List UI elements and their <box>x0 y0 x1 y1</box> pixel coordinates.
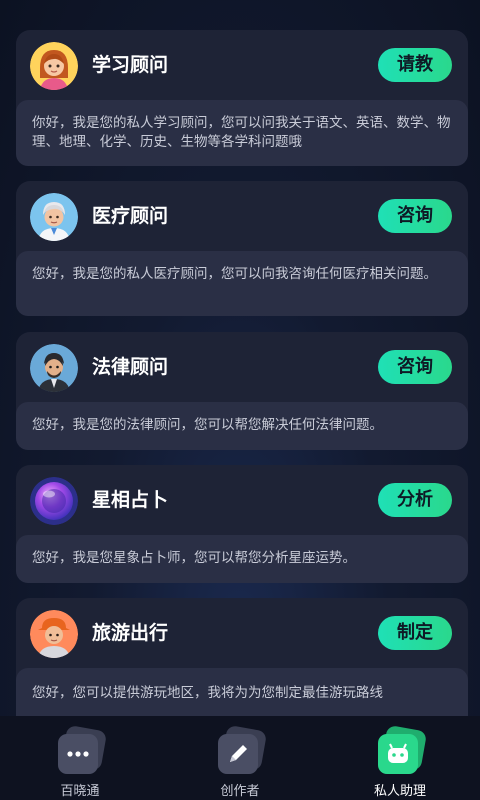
lawyer-avatar-icon <box>30 344 78 392</box>
doctor-avatar-icon <box>30 193 78 241</box>
consult-button[interactable]: 咨询 <box>378 350 452 384</box>
consult-button[interactable]: 咨询 <box>378 199 452 233</box>
pencil-icon <box>218 724 268 776</box>
card-title: 学习顾问 <box>92 54 169 76</box>
card-header: 旅游出行 制定 <box>16 598 468 670</box>
traveler-avatar-icon <box>30 610 78 658</box>
card-title: 医疗顾问 <box>92 205 169 227</box>
card-header: 星相占卜 分析 <box>16 465 468 537</box>
assistant-card-astrology[interactable]: 星相占卜 分析 您好，我是您星象占卜师，您可以帮您分析星座运势。 <box>16 465 468 583</box>
assistant-list[interactable]: 学习顾问 请教 你好，我是您的私人学习顾问，您可以问我关于语文、英语、数学、物理… <box>0 0 480 716</box>
card-header: 学习顾问 请教 <box>16 30 468 102</box>
card-description: 您好，您可以提供游玩地区，我将为为您制定最佳游玩路线 <box>16 668 468 716</box>
tab-label: 百晓通 <box>60 784 100 799</box>
card-description: 你好，我是您的私人学习顾问，您可以问我关于语文、英语、数学、物理、地理、化学、历… <box>16 100 468 166</box>
assistant-card-travel[interactable]: 旅游出行 制定 您好，您可以提供游玩地区，我将为为您制定最佳游玩路线 <box>16 598 468 716</box>
analyze-button[interactable]: 分析 <box>378 483 452 517</box>
card-description: 您好，我是您的私人医疗顾问，您可以向我咨询任何医疗相关问题。 <box>16 251 468 316</box>
card-description: 您好，我是您的法律顾问，您可以帮您解决任何法律问题。 <box>16 402 468 450</box>
chat-bubble-icon <box>58 724 108 776</box>
tab-personal-assistant[interactable]: 私人助理 <box>320 716 480 800</box>
card-title: 旅游出行 <box>92 622 169 644</box>
robot-icon <box>378 724 428 776</box>
tab-label: 私人助理 <box>373 784 426 799</box>
ask-button[interactable]: 请教 <box>378 48 452 82</box>
assistant-card-medical[interactable]: 医疗顾问 咨询 您好，我是您的私人医疗顾问，您可以向我咨询任何医疗相关问题。 <box>16 181 468 316</box>
card-header: 医疗顾问 咨询 <box>16 181 468 253</box>
tab-label: 创作者 <box>220 784 260 799</box>
crystal-ball-icon <box>30 477 78 525</box>
girl-avatar-icon <box>30 42 78 90</box>
card-header: 法律顾问 咨询 <box>16 332 468 404</box>
tab-baixiaotong[interactable]: 百晓通 <box>0 716 160 800</box>
card-title: 星相占卜 <box>92 489 169 511</box>
plan-button[interactable]: 制定 <box>378 616 452 650</box>
assistant-card-legal[interactable]: 法律顾问 咨询 您好，我是您的法律顾问，您可以帮您解决任何法律问题。 <box>16 332 468 450</box>
card-title: 法律顾问 <box>92 356 169 378</box>
tab-creator[interactable]: 创作者 <box>160 716 320 800</box>
bottom-tab-bar: 百晓通 创作者 私人助理 <box>0 716 480 800</box>
assistant-card-study[interactable]: 学习顾问 请教 你好，我是您的私人学习顾问，您可以问我关于语文、英语、数学、物理… <box>16 30 468 166</box>
card-description: 您好，我是您星象占卜师，您可以帮您分析星座运势。 <box>16 535 468 583</box>
